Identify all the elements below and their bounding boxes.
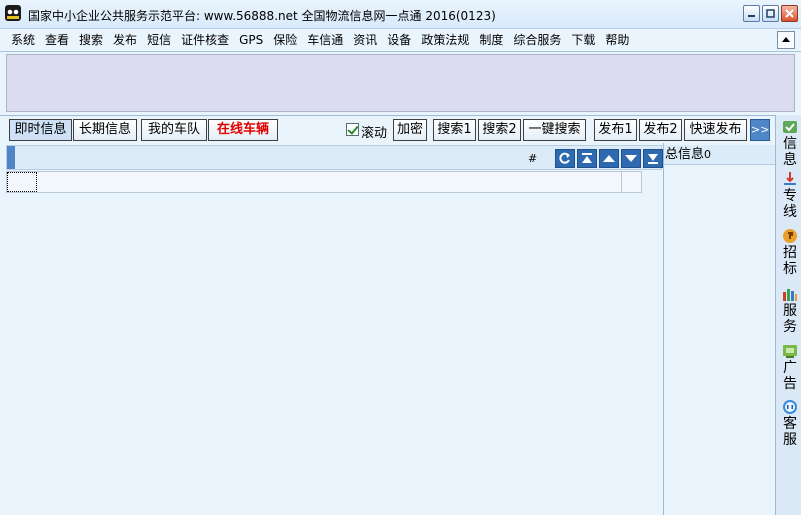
menu-system[interactable]: 系统 (6, 32, 40, 48)
sidebar-label-customer-service: 客服 (783, 416, 797, 448)
sidebar-item-customer-service[interactable]: 客服 (779, 399, 801, 448)
next-page-button[interactable] (621, 149, 641, 168)
scroll-label: 滚动 (361, 126, 388, 141)
table-row[interactable] (6, 171, 642, 193)
last-page-icon (648, 154, 658, 164)
minimize-button[interactable] (743, 5, 760, 22)
search1-button[interactable]: 搜索1 (433, 119, 476, 141)
route-icon (784, 172, 796, 185)
sidebar-label-service: 服务 (783, 303, 797, 335)
menu-search[interactable]: 搜索 (74, 32, 108, 48)
menu-download[interactable]: 下载 (566, 32, 600, 48)
maximize-icon (766, 9, 775, 18)
row-end-cell (621, 172, 641, 192)
menu-services[interactable]: 综合服务 (508, 32, 566, 48)
customer-service-icon (783, 400, 797, 414)
sidebar-label-info: 信息 (783, 136, 797, 168)
menu-insurance[interactable]: 保险 (268, 32, 302, 48)
tab-instant-info[interactable]: 即时信息 (9, 119, 72, 141)
maximize-button[interactable] (762, 5, 779, 22)
first-page-button[interactable] (577, 149, 597, 168)
collapse-button[interactable] (777, 31, 795, 49)
sidebar-item-route[interactable]: 专线 (779, 171, 801, 220)
sidebar-label-bid: 招标 (783, 245, 797, 277)
close-button[interactable] (781, 5, 798, 22)
menu-items: 系统 查看 搜索 发布 短信 证件核查 GPS 保险 车信通 资讯 设备 政策法… (6, 32, 634, 48)
menu-certificate-check[interactable]: 证件核查 (176, 32, 234, 48)
sidebar-label-route: 专线 (783, 188, 797, 220)
publish2-button[interactable]: 发布2 (639, 119, 682, 141)
menu-view[interactable]: 查看 (40, 32, 74, 48)
window-controls (743, 5, 798, 22)
tab-my-fleet[interactable]: 我的车队 (141, 119, 207, 141)
banner-area (6, 54, 795, 112)
hash-column-header: # (528, 152, 538, 165)
close-icon (785, 9, 794, 18)
tab-longterm-info[interactable]: 长期信息 (73, 119, 137, 141)
menu-sms[interactable]: 短信 (142, 32, 176, 48)
main-panel: # (0, 143, 664, 515)
quick-publish-button[interactable]: 快速发布 (684, 119, 747, 141)
publish1-button[interactable]: 发布1 (594, 119, 637, 141)
chevron-down-icon (625, 155, 637, 162)
menu-help[interactable]: 帮助 (600, 32, 634, 48)
previous-page-button[interactable] (599, 149, 619, 168)
menu-news[interactable]: 资讯 (348, 32, 382, 48)
ad-icon (783, 345, 797, 358)
refresh-button[interactable] (555, 149, 575, 168)
grid-navigation (555, 149, 663, 168)
summary-header: 总信息0 (664, 145, 775, 165)
one-key-search-button[interactable]: 一键搜索 (523, 119, 586, 141)
search2-button[interactable]: 搜索2 (478, 119, 521, 141)
menu-policy[interactable]: 政策法规 (416, 32, 474, 48)
header-marker (7, 146, 15, 169)
first-page-icon (582, 153, 592, 163)
info-icon (783, 121, 797, 133)
chevron-up-icon (603, 155, 615, 162)
summary-label: 总信息 (665, 147, 705, 162)
grid-header: # (6, 145, 663, 170)
bid-icon (783, 229, 797, 243)
sidebar-item-ad[interactable]: 广告 (779, 343, 801, 392)
tab-online-vehicles[interactable]: 在线车辆 (208, 119, 278, 141)
app-logo-icon (5, 5, 21, 21)
sidebar-item-bid[interactable]: 招标 (779, 228, 801, 277)
sidebar-item-info[interactable]: 信息 (779, 119, 801, 168)
right-sidebar: 信息 专线 招标 服务 广告 客服 (775, 115, 801, 515)
window-title: 国家中小企业公共服务示范平台: www.56888.net 全国物流信息网一点通… (28, 9, 496, 23)
menu-vehicle-info[interactable]: 车信通 (302, 32, 348, 48)
last-page-button[interactable] (643, 149, 663, 168)
summary-panel: 总信息0 (664, 143, 775, 515)
menu-bar: 系统 查看 搜索 发布 短信 证件核查 GPS 保险 车信通 资讯 设备 政策法… (0, 29, 801, 52)
menu-equipment[interactable]: 设备 (382, 32, 416, 48)
selected-cell[interactable] (7, 172, 37, 192)
scroll-checkbox[interactable] (346, 123, 359, 136)
summary-count: 0 (704, 148, 712, 161)
sidebar-item-service[interactable]: 服务 (779, 286, 801, 335)
toolbar: 即时信息 长期信息 我的车队 在线车辆 滚动 加密 搜索1 搜索2 一键搜索 发… (0, 115, 775, 143)
menu-gps[interactable]: GPS (234, 32, 268, 48)
menu-publish[interactable]: 发布 (108, 32, 142, 48)
minimize-icon (748, 15, 755, 17)
service-icon (783, 289, 797, 301)
more-button[interactable]: >> (750, 119, 770, 141)
title-bar: 国家中小企业公共服务示范平台: www.56888.net 全国物流信息网一点通… (0, 0, 801, 29)
refresh-icon (559, 152, 570, 164)
encrypt-button[interactable]: 加密 (393, 119, 427, 141)
sidebar-label-ad: 广告 (783, 360, 797, 392)
menu-regulations[interactable]: 制度 (474, 32, 508, 48)
